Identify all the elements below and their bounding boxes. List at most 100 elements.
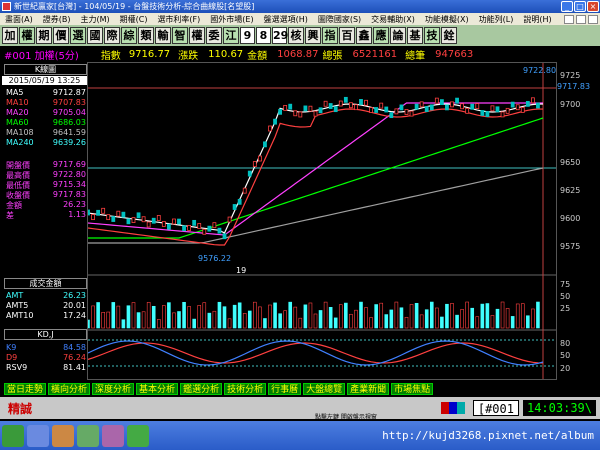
minimize-button[interactable]: _ (561, 1, 573, 12)
candle (495, 106, 500, 113)
menu-item[interactable]: 盤選選項(H) (259, 14, 313, 25)
menu-item[interactable]: 證券(B) (38, 14, 76, 25)
toolbar-button[interactable]: 29 (272, 27, 288, 44)
toolbar-button[interactable]: 指 (322, 27, 338, 44)
candle (384, 106, 389, 113)
volume-bar (394, 301, 399, 329)
toolbar-button[interactable]: 技 (424, 27, 440, 44)
toolbar-button[interactable]: 基 (407, 27, 423, 44)
candle (116, 210, 121, 217)
toolbar-button[interactable]: 江 (223, 27, 239, 44)
toolbar-button[interactable]: 智 (172, 27, 188, 44)
mdi-restore-icon[interactable] (576, 14, 586, 24)
volume-bar (384, 314, 389, 329)
menu-item[interactable]: 主力(M) (75, 14, 114, 25)
taskbar-app-icon[interactable] (102, 424, 124, 447)
toolbar-button[interactable]: 銓 (441, 27, 457, 44)
function-tab[interactable]: 鑑選分析 (180, 382, 223, 395)
amount-section-title[interactable]: 成交金額 (4, 278, 87, 289)
volume-bar (359, 301, 363, 329)
toolbar-button[interactable]: 核 (288, 27, 304, 44)
toolbar-button[interactable]: 鑫 (356, 27, 372, 44)
toolbar-button[interactable]: 興 (305, 27, 321, 44)
menu-item[interactable]: 國外市場(E) (205, 14, 258, 25)
start-icon[interactable] (2, 424, 24, 447)
menu-item[interactable]: 畫面(A) (0, 14, 38, 25)
toolbar-button[interactable]: 論 (390, 27, 406, 44)
candle (429, 104, 434, 111)
toolbar-button[interactable]: 類 (138, 27, 154, 44)
taskbar-app-icon[interactable] (77, 424, 99, 447)
toolbar-button[interactable]: 權 (189, 27, 205, 44)
toolbar-button[interactable]: 加 (2, 27, 18, 44)
function-tab[interactable]: 市場焦點 (391, 382, 434, 395)
function-tab[interactable]: 產業新聞 (347, 382, 390, 395)
symbol-field[interactable]: [#001 (472, 400, 519, 416)
volume-bar (313, 313, 318, 329)
function-tab[interactable]: 行事曆 (268, 382, 302, 395)
toolbar-button[interactable]: 綜 (121, 27, 137, 44)
candle (86, 209, 90, 216)
candle (227, 216, 232, 223)
candle (237, 198, 242, 205)
menu-item[interactable]: 說明(H) (518, 14, 556, 25)
menu-item[interactable]: 功能列(L) (474, 14, 519, 25)
maximize-button[interactable]: □ (574, 1, 586, 12)
volume-bar (263, 318, 267, 329)
toolbar-button[interactable]: 百 (339, 27, 355, 44)
toolbar-button[interactable]: 應 (373, 27, 389, 44)
day-label: 19 (236, 266, 246, 275)
function-tab[interactable]: 深度分析 (92, 382, 135, 395)
change-value: 110.67 (208, 49, 244, 60)
kd-section-title[interactable]: KD,J (4, 329, 87, 340)
candle (111, 216, 116, 222)
toolbar-button[interactable]: 價 (53, 27, 69, 44)
toolbar-button[interactable]: 際 (104, 27, 120, 44)
toolbar-button[interactable]: 期 (36, 27, 52, 44)
menu-item[interactable]: 圖際國家(S) (313, 14, 366, 25)
function-tab[interactable]: 當日走勢 (4, 382, 47, 395)
taskbar-app-icon[interactable] (52, 424, 74, 447)
volume-value: 6521161 (352, 49, 398, 60)
taskbar-app-icon[interactable] (27, 424, 49, 447)
candle (343, 96, 348, 103)
app-icon (2, 2, 11, 11)
chart-canvas[interactable]: 9576.22 19 (86, 63, 556, 379)
menu-item[interactable]: 選市利率(F) (152, 14, 205, 25)
change-label: 漲跌 (178, 51, 199, 62)
volume-bar (364, 307, 368, 329)
candle (131, 217, 136, 223)
close-button[interactable]: × (587, 1, 599, 12)
volume-bar (531, 308, 535, 329)
toolbar-button[interactable]: 權 (19, 27, 35, 44)
menu-item[interactable]: 期權(C) (115, 14, 153, 25)
function-tab[interactable]: 基本分析 (136, 382, 179, 395)
indicator-value: 9712.87 (52, 88, 86, 97)
mdi-minimize-icon[interactable] (564, 14, 574, 24)
toolbar-button[interactable]: 委 (206, 27, 222, 44)
menu-item[interactable]: 交易輔助(X) (366, 14, 420, 25)
volume-bar (460, 309, 464, 329)
menu-item[interactable]: 功能模擬(X) (420, 14, 474, 25)
toolbar-button[interactable]: 8 (256, 27, 271, 44)
toolbar-button[interactable]: 9 (240, 27, 255, 44)
function-tab[interactable]: 大盤總覽 (303, 382, 346, 395)
taskbar-app-icon[interactable] (127, 424, 149, 447)
color-palette-icon[interactable] (440, 402, 465, 414)
volume-bar (369, 317, 373, 329)
toolbar-button[interactable]: 輸 (155, 27, 171, 44)
axis-tick: 20 (560, 364, 571, 373)
quote-info-bar: #001 加權(5分) 指數 9716.77 漲跌 110.67 金額 1068… (0, 48, 600, 62)
mdi-close-icon[interactable] (588, 14, 598, 24)
candle (268, 125, 272, 132)
function-tab[interactable]: 橫向分析 (48, 382, 91, 395)
kline-section-title[interactable]: K線圖 (4, 64, 87, 75)
function-tab[interactable]: 技術分析 (224, 382, 267, 395)
amount-value: 1068.87 (277, 49, 319, 60)
chart-area[interactable]: 9576.22 19 (86, 62, 557, 380)
axis-tick: 75 (560, 280, 571, 289)
toolbar-button[interactable]: 國 (87, 27, 103, 44)
volume-bar (298, 317, 303, 329)
candle (166, 223, 171, 230)
toolbar-button[interactable]: 選 (70, 27, 86, 44)
